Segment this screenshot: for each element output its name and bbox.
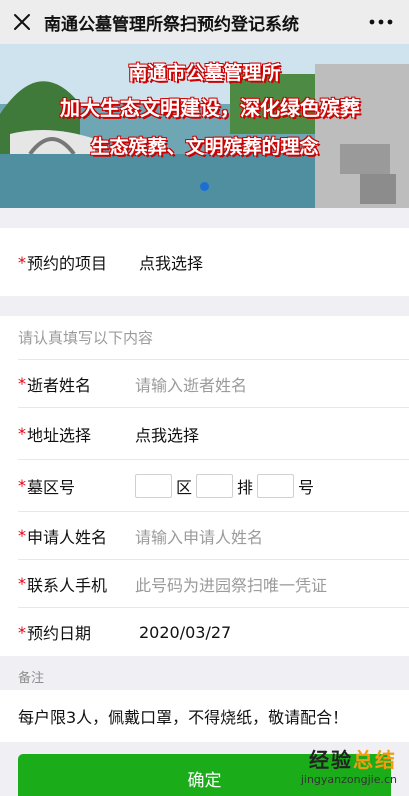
- plot-area-input[interactable]: [135, 473, 172, 498]
- watermark-brand-b: 总结: [353, 748, 397, 772]
- address-row[interactable]: * 地址选择 点我选择: [18, 408, 409, 460]
- required-mark: *: [18, 574, 26, 593]
- date-label: 预约日期: [27, 624, 92, 643]
- close-button[interactable]: [0, 0, 44, 44]
- required-mark: *: [18, 424, 26, 443]
- watermark-brand-a: 经验: [309, 748, 353, 772]
- address-select[interactable]: 点我选择: [135, 422, 199, 446]
- date-picker[interactable]: 2020/03/27: [139, 623, 231, 642]
- banner-line-1: 南通市公墓管理所: [128, 62, 281, 84]
- required-mark: *: [18, 622, 26, 642]
- title-bar: 南通公墓管理所祭扫预约登记系统: [0, 0, 409, 44]
- plot-number-input[interactable]: [257, 473, 295, 498]
- close-icon: [14, 14, 30, 30]
- applicant-label: 申请人姓名: [27, 527, 108, 547]
- more-button[interactable]: [353, 0, 409, 44]
- banner-line-3: 生态殡葬、文明殡葬的理念: [90, 136, 319, 158]
- remark-title: 备注: [18, 670, 45, 686]
- plot-row: * 墓区号 区 排 号: [18, 460, 409, 512]
- applicant-name-input[interactable]: 请输入申请人姓名: [135, 524, 263, 548]
- required-mark: *: [18, 374, 26, 393]
- plot-area-unit: 区: [176, 477, 193, 497]
- watermark-brand: 经验总结: [301, 744, 397, 773]
- banner-line-2: 加大生态文明建设，深化绿色殡葬: [60, 96, 360, 120]
- watermark: 经验总结 jingyanzongjie.cn: [301, 744, 397, 786]
- project-card: * 预约的项目 点我选择: [0, 228, 409, 296]
- more-dots-icon: [369, 19, 393, 25]
- plot-row-unit: 排: [237, 477, 254, 497]
- date-row: * 预约日期 2020/03/27: [18, 608, 409, 656]
- project-row[interactable]: * 预约的项目 点我选择: [18, 228, 409, 296]
- watermark-domain: jingyanzongjie.cn: [300, 773, 397, 786]
- plot-number-unit: 号: [298, 477, 315, 497]
- form-card: 请认真填写以下内容 * 逝者姓名 请输入逝者姓名 * 地址选择 点我选择 * 墓…: [0, 316, 409, 656]
- address-label: 地址选择: [27, 425, 92, 445]
- carousel-indicator[interactable]: [200, 182, 209, 191]
- phone-row: * 联系人手机 此号码为进园祭扫唯一凭证: [18, 560, 409, 608]
- required-mark: *: [18, 252, 26, 272]
- form-section-title: 请认真填写以下内容: [18, 316, 409, 360]
- remark-text: 每户限3人，佩戴口罩，不得烧纸，敬请配合！: [0, 690, 409, 742]
- project-label: 预约的项目: [27, 254, 108, 273]
- plot-label: 墓区号: [27, 477, 76, 497]
- required-mark: *: [18, 476, 26, 495]
- phone-input[interactable]: 此号码为进园祭扫唯一凭证: [135, 572, 327, 596]
- project-select[interactable]: 点我选择: [139, 250, 203, 274]
- plot-row-input[interactable]: [196, 473, 234, 498]
- page-title: 南通公墓管理所祭扫预约登记系统: [44, 14, 299, 35]
- deceased-label: 逝者姓名: [27, 375, 92, 395]
- banner-carousel[interactable]: 南通市公墓管理所 加大生态文明建设，深化绿色殡葬 生态殡葬、文明殡葬的理念: [0, 44, 409, 208]
- phone-label: 联系人手机: [27, 575, 108, 595]
- applicant-row: * 申请人姓名 请输入申请人姓名: [18, 512, 409, 560]
- required-mark: *: [18, 526, 26, 545]
- deceased-row: * 逝者姓名 请输入逝者姓名: [18, 360, 409, 408]
- deceased-name-input[interactable]: 请输入逝者姓名: [135, 372, 247, 396]
